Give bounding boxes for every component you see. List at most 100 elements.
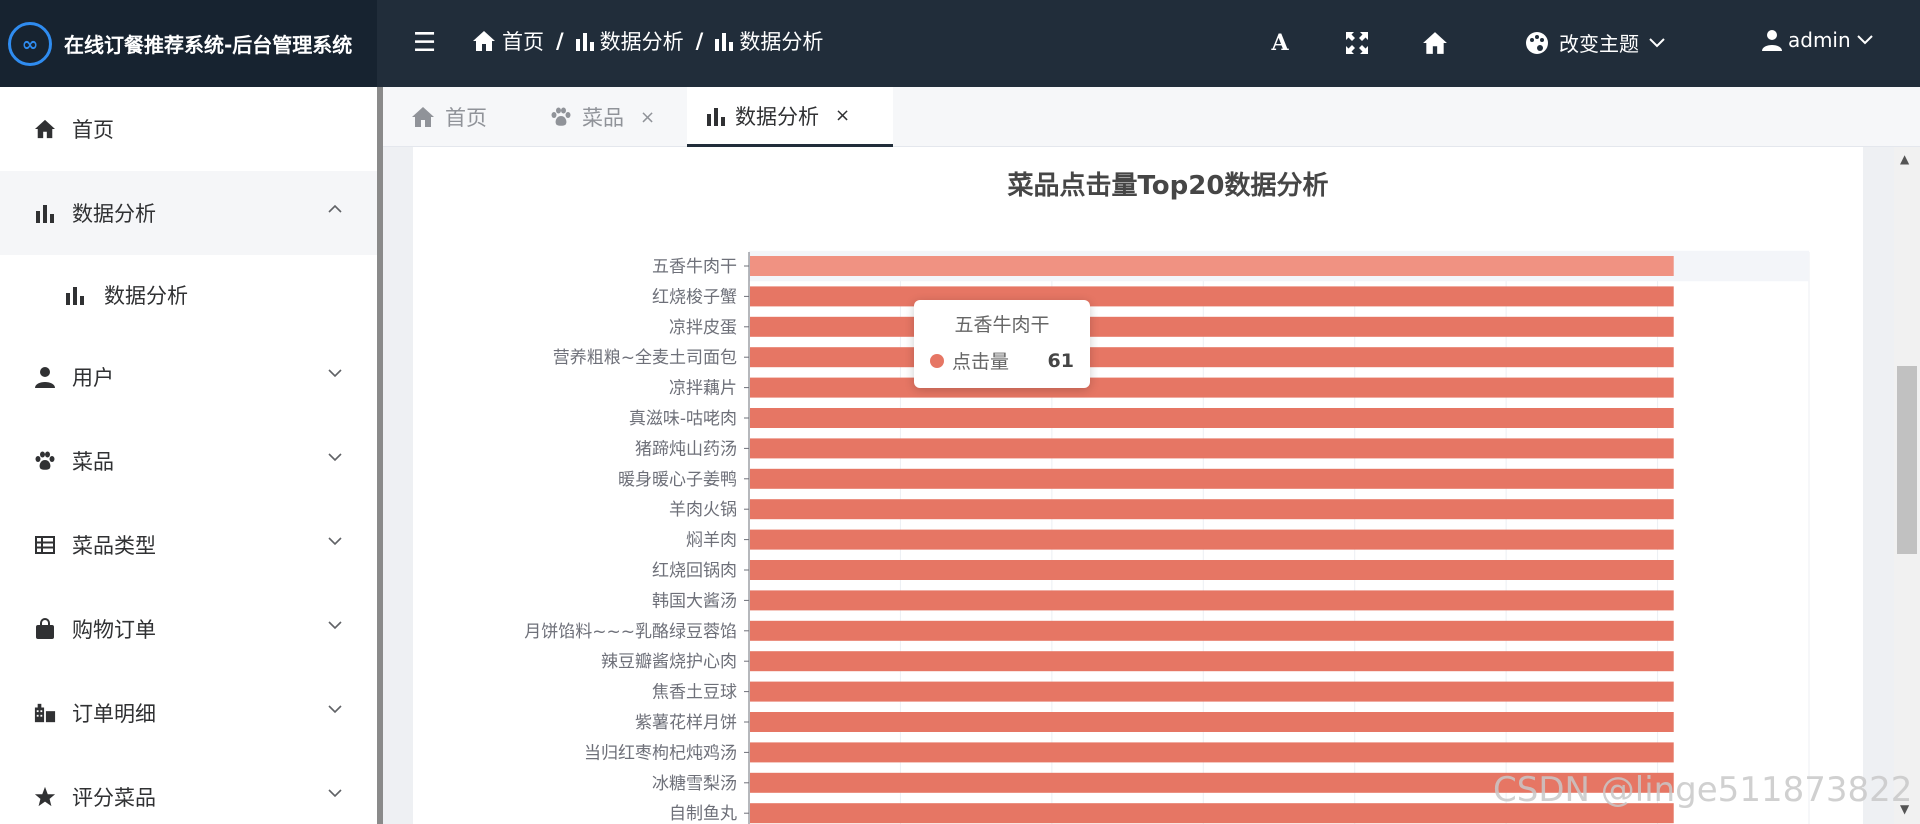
sidebar-item-dish-types[interactable]: 菜品类型 bbox=[0, 503, 377, 587]
tab-label: 首页 bbox=[445, 106, 487, 130]
sidebar-item-label: 用户 bbox=[72, 366, 114, 390]
bar[interactable] bbox=[750, 408, 1674, 428]
bar[interactable] bbox=[750, 286, 1674, 307]
bar-chart-icon bbox=[707, 107, 725, 126]
font-size-icon[interactable]: A bbox=[1265, 28, 1295, 58]
bar[interactable] bbox=[750, 347, 1674, 368]
breadcrumb-label: 数据分析 bbox=[599, 30, 684, 54]
chevron-down-icon bbox=[328, 453, 342, 462]
y-tick-label: 辣豆瓣酱烧护心肉 bbox=[601, 652, 737, 672]
sidebar-item-dishes[interactable]: 菜品 bbox=[0, 419, 377, 503]
bar-chart-icon bbox=[575, 33, 594, 51]
bar[interactable] bbox=[750, 316, 1674, 337]
breadcrumb-label: 数据分析 bbox=[739, 30, 824, 54]
chevron-down-icon bbox=[328, 369, 342, 378]
sidebar-item-label: 订单明细 bbox=[72, 702, 156, 726]
brand: ∞ 在线订餐推荐系统-后台管理系统 bbox=[0, 0, 377, 87]
palette-icon bbox=[1526, 31, 1548, 54]
chevron-down-icon bbox=[328, 621, 342, 630]
chevron-down-icon bbox=[1856, 35, 1873, 45]
tab-home[interactable]: 首页 bbox=[391, 87, 507, 147]
tooltip-value: 61 bbox=[1047, 349, 1074, 372]
chevron-up-icon bbox=[328, 204, 342, 213]
bar[interactable] bbox=[750, 590, 1674, 611]
chevron-down-icon bbox=[1649, 37, 1665, 47]
user-menu[interactable]: admin bbox=[1762, 28, 1873, 52]
scroll-up-icon[interactable]: ▲ bbox=[1900, 152, 1909, 166]
bar[interactable] bbox=[750, 742, 1674, 763]
breadcrumb-separator: / bbox=[695, 29, 704, 53]
y-tick-label: 红烧梭子蟹 bbox=[652, 287, 737, 307]
tab-dishes[interactable]: 菜品 × bbox=[530, 87, 675, 147]
sidebar-item-orders[interactable]: 购物订单 bbox=[0, 587, 377, 671]
sidebar-item-rated-dishes[interactable]: 评分菜品 bbox=[0, 755, 377, 824]
sidebar-subitem-analysis[interactable]: 数据分析 bbox=[0, 255, 377, 335]
sidebar-item-label: 菜品类型 bbox=[72, 534, 156, 558]
sidebar-item-label: 菜品 bbox=[72, 450, 114, 474]
y-tick-label: 营养粗粮~全麦土司面包 bbox=[553, 348, 737, 368]
tab-label: 菜品 bbox=[582, 106, 624, 130]
tab-label: 数据分析 bbox=[735, 104, 819, 129]
y-tick-label: 焦香土豆球 bbox=[652, 683, 737, 703]
sidebar-item-label: 购物订单 bbox=[72, 618, 156, 642]
chevron-down-icon bbox=[328, 537, 342, 546]
sidebar-item-analysis[interactable]: 数据分析 bbox=[0, 171, 377, 255]
bar[interactable] bbox=[750, 468, 1674, 489]
paw-icon bbox=[34, 450, 56, 472]
bar[interactable] bbox=[750, 712, 1674, 732]
y-tick-label: 韩国大酱汤 bbox=[652, 591, 737, 611]
breadcrumb: 首页 / 数据分析 / 数据分析 bbox=[472, 26, 823, 56]
y-tick-label: 猪蹄炖山药汤 bbox=[635, 439, 737, 459]
bar-chart-icon bbox=[34, 202, 56, 224]
hamburger-menu-icon[interactable]: ☰ bbox=[413, 28, 439, 58]
bar[interactable] bbox=[750, 377, 1674, 398]
bag-icon bbox=[34, 618, 56, 640]
sidebar-item-label: 数据分析 bbox=[72, 202, 156, 226]
theme-label: 改变主题 bbox=[1559, 32, 1639, 56]
y-tick-label: 凉拌皮蛋 bbox=[669, 318, 737, 338]
y-tick-label: 焖羊肉 bbox=[686, 531, 737, 551]
chevron-down-icon bbox=[328, 705, 342, 714]
bar[interactable] bbox=[750, 681, 1674, 702]
bar-chart: 五香牛肉干红烧梭子蟹凉拌皮蛋营养粗粮~全麦土司面包凉拌藕片真滋味-咕咾肉猪蹄炖山… bbox=[524, 250, 1810, 824]
app-title: 在线订餐推荐系统-后台管理系统 bbox=[64, 33, 353, 57]
tooltip-row: 点击量 61 bbox=[930, 347, 1074, 374]
bar-chart-icon bbox=[715, 33, 734, 51]
bar[interactable] bbox=[750, 560, 1674, 580]
building-icon bbox=[34, 702, 56, 724]
home-icon[interactable] bbox=[1420, 28, 1450, 58]
theme-switcher[interactable]: 改变主题 bbox=[1525, 28, 1665, 57]
sidebar: 首页 数据分析 数据分析 用户 菜品 菜品类型 购物订单 订单明细 评分菜品 bbox=[0, 87, 377, 824]
sidebar-item-user[interactable]: 用户 bbox=[0, 335, 377, 419]
list-icon bbox=[34, 534, 56, 556]
y-tick-label: 真滋味-咕咾肉 bbox=[629, 409, 737, 429]
top-bar: ∞ 在线订餐推荐系统-后台管理系统 ☰ 首页 / 数据分析 / 数据分析 A 改… bbox=[0, 0, 1920, 87]
sidebar-item-home[interactable]: 首页 bbox=[0, 87, 377, 171]
close-icon[interactable]: × bbox=[640, 107, 655, 128]
home-icon bbox=[34, 118, 56, 140]
breadcrumb-item-analysis[interactable]: 数据分析 bbox=[575, 26, 684, 56]
user-icon bbox=[34, 366, 56, 388]
y-tick-label: 羊肉火锅 bbox=[669, 500, 737, 520]
logo-icon: ∞ bbox=[8, 21, 52, 66]
tab-analysis[interactable]: 数据分析 × bbox=[687, 87, 893, 147]
chart-title: 菜品点击量Top20数据分析 bbox=[1007, 171, 1329, 201]
close-icon[interactable]: × bbox=[835, 105, 850, 126]
y-tick-label: 月饼馅料~~~乳酪绿豆蓉馅 bbox=[524, 622, 737, 642]
breadcrumb-item-current: 数据分析 bbox=[715, 26, 823, 56]
bar[interactable] bbox=[750, 651, 1674, 672]
y-tick-label: 暖身暖心子姜鸭 bbox=[618, 470, 737, 490]
user-name: admin bbox=[1788, 28, 1851, 52]
bar[interactable] bbox=[750, 620, 1674, 641]
star-icon bbox=[34, 786, 56, 808]
bar[interactable] bbox=[750, 499, 1674, 520]
bar[interactable] bbox=[750, 529, 1674, 550]
bar[interactable] bbox=[750, 438, 1674, 459]
breadcrumb-item-home[interactable]: 首页 bbox=[472, 26, 544, 56]
sidebar-item-order-details[interactable]: 订单明细 bbox=[0, 671, 377, 755]
bar-chart-icon bbox=[66, 285, 88, 305]
bar[interactable] bbox=[750, 256, 1674, 276]
breadcrumb-label: 首页 bbox=[502, 30, 544, 54]
fullscreen-icon[interactable] bbox=[1342, 28, 1372, 58]
main-scrollbar-thumb[interactable] bbox=[1897, 366, 1917, 554]
